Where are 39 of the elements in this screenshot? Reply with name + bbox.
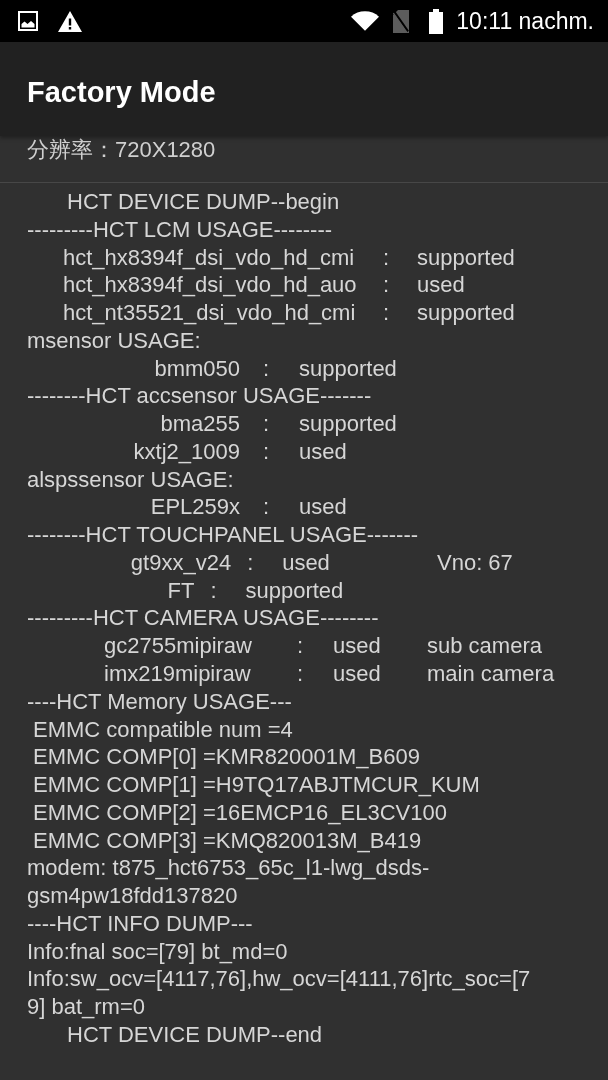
dump-title: HCT DEVICE DUMP--begin xyxy=(67,188,340,216)
component-entry: imx219mipiraw : used main camera xyxy=(104,660,555,688)
log-line: ----HCT INFO DUMP--- xyxy=(27,909,253,938)
image-icon xyxy=(18,11,38,31)
component-entry: hct_hx8394f_dsi_vdo_hd_cmi : supported xyxy=(63,243,515,272)
log-line: ---------HCT LCM USAGE-------- xyxy=(27,215,333,244)
wifi-icon xyxy=(351,11,380,31)
battery-icon xyxy=(429,8,444,34)
log-line: EMMC compatible num =4 xyxy=(33,715,293,744)
log-line: EMMC COMP[2] =16EMCP16_EL3CV100 xyxy=(33,798,447,827)
log-line: --------HCT accsensor USAGE------- xyxy=(27,382,372,411)
component-entry: gt9xx_v24 : used Vno: 67 xyxy=(130,548,513,577)
info-line: 分辨率：720X1280 xyxy=(27,136,216,163)
log-line: gsm4pw18fdd137820 xyxy=(27,882,238,910)
log-line: Info:fnal soc=[79] bt_md=0 xyxy=(27,937,288,966)
screen-title: Factory Mode xyxy=(27,75,216,109)
dump-title: HCT DEVICE DUMP--end xyxy=(67,1020,323,1049)
log-line: msensor USAGE: xyxy=(27,326,201,355)
log-line: ---------HCT CAMERA USAGE-------- xyxy=(27,604,379,633)
log-line: Info:sw_ocv=[4117,76],hw_ocv=[4111,76]rtc_soc=[7 xyxy=(27,965,531,994)
component-entry: FT : supported xyxy=(167,576,344,605)
log-line: 9] bat_rm=0 xyxy=(27,993,145,1021)
component-entry: EPL259x : used xyxy=(150,493,347,522)
no-sim-icon xyxy=(393,9,410,33)
component-entry: gc2755mipiraw : used sub camera xyxy=(104,632,542,660)
component-entry: kxtj2_1009 : used xyxy=(133,437,347,466)
component-entry: hct_hx8394f_dsi_vdo_hd_auo : used xyxy=(63,271,465,300)
log-line: EMMC COMP[0] =KMR820001M_B609 xyxy=(33,743,420,772)
log-line: ----HCT Memory USAGE--- xyxy=(27,687,292,716)
warning-icon xyxy=(58,10,82,32)
component-entry: bmm050 : supported xyxy=(154,354,397,383)
component-entry: hct_nt35521_dsi_vdo_hd_cmi : supported xyxy=(63,299,515,327)
log-line: EMMC COMP[1] =H9TQ17ABJTMCUR_KUM xyxy=(33,771,480,799)
component-entry: bma255 : supported xyxy=(160,410,397,438)
log-line: --------HCT TOUCHPANEL USAGE------- xyxy=(27,521,419,549)
clock-time: 10:11 nachm. xyxy=(456,8,594,34)
log-line: alspssensor USAGE: xyxy=(27,465,234,494)
log-line: EMMC COMP[3] =KMQ820013M_B419 xyxy=(33,826,422,855)
log-line: modem: t875_hct6753_65c_l1-lwg_dsds- xyxy=(27,854,430,883)
